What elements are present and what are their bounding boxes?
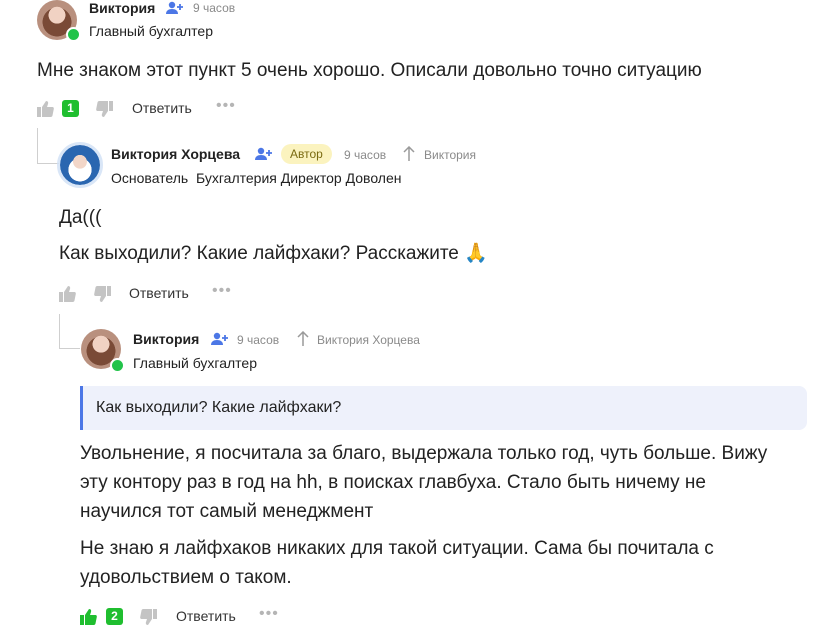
comment-author[interactable]: Виктория — [133, 331, 199, 347]
reply-arrow-icon — [403, 146, 415, 162]
reply-button[interactable]: Ответить — [132, 100, 192, 116]
comment-author[interactable]: Виктория Хорцева — [111, 146, 240, 162]
text-line: Увольнение, я посчитала за благо, выдерж… — [80, 443, 768, 464]
comment-text: Да((( — [59, 207, 102, 228]
text-line: научился тот самый менеджмент — [80, 501, 374, 522]
reply-to-user[interactable]: Виктория Хорцева — [317, 333, 420, 347]
comment-author[interactable]: Виктория — [89, 0, 155, 16]
dislike-icon[interactable] — [94, 286, 111, 302]
author-roles: Основатель Бухгалтерия Директор Доволен — [111, 170, 402, 186]
text-line: эту контору раз в год на hh, в поисках г… — [80, 472, 706, 493]
dislike-icon[interactable] — [140, 609, 157, 625]
more-options-icon[interactable]: ••• — [212, 282, 232, 300]
comment-time: 9 часов — [237, 333, 280, 347]
comment-text: Не знаю я лайфхаков никаких для такой си… — [80, 534, 714, 592]
like-icon[interactable] — [59, 286, 76, 302]
subscribe-user-icon[interactable] — [211, 332, 229, 346]
reply-arrow-icon — [297, 331, 309, 347]
online-indicator — [66, 27, 81, 42]
thread-connector — [37, 128, 59, 164]
like-count: 2 — [106, 608, 123, 625]
text-line: Не знаю я лайфхаков никаких для такой си… — [80, 538, 714, 559]
dislike-icon[interactable] — [96, 101, 113, 117]
more-options-icon[interactable]: ••• — [216, 97, 236, 115]
comment-time: 9 часов — [193, 1, 236, 15]
comment-text: Как выходили? Какие лайфхаки? Расскажите… — [59, 243, 488, 264]
more-options-icon[interactable]: ••• — [259, 605, 279, 623]
quote-block: Как выходили? Какие лайфхаки? — [80, 386, 807, 430]
subscribe-user-icon[interactable] — [166, 1, 184, 15]
online-indicator — [110, 358, 125, 373]
avatar[interactable] — [57, 142, 103, 188]
like-icon[interactable] — [37, 101, 54, 117]
quote-text: Как выходили? Какие лайфхаки? — [96, 399, 342, 416]
like-icon[interactable] — [80, 609, 97, 625]
author-role: Главный бухгалтер — [133, 355, 257, 371]
author-badge: Автор — [281, 144, 332, 164]
reply-to-user[interactable]: Виктория — [424, 148, 476, 162]
author-role: Главный бухгалтер — [89, 23, 213, 39]
comment-time: 9 часов — [344, 148, 387, 162]
comment-text: Мне знаком этот пункт 5 очень хорошо. Оп… — [37, 60, 702, 81]
text-line: удовольствием о таком. — [80, 567, 292, 588]
comment-text: Увольнение, я посчитала за благо, выдерж… — [80, 439, 767, 526]
thread-connector — [59, 314, 80, 349]
reply-button[interactable]: Ответить — [129, 285, 189, 301]
reply-button[interactable]: Ответить — [176, 608, 236, 624]
subscribe-user-icon[interactable] — [255, 147, 273, 161]
like-count: 1 — [62, 100, 79, 117]
